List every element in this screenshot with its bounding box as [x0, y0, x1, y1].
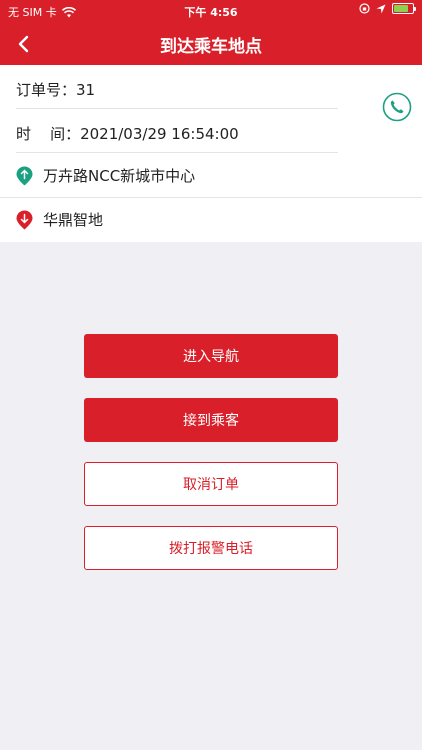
order-number-label: 订单号： — [16, 81, 77, 99]
divider — [16, 152, 338, 153]
status-bar: 无 SIM 卡 下午 4:56 — [0, 0, 422, 22]
order-time-value: 2021/03/29 16:54:00 — [80, 125, 239, 143]
order-number-value: 31 — [76, 81, 96, 99]
end-pin-icon — [16, 210, 33, 229]
start-pin-icon — [16, 166, 33, 185]
location-arrow-icon — [376, 4, 386, 13]
call-passenger-button[interactable] — [382, 92, 412, 122]
order-info-card: 订单号：31 时 间：2021/03/29 16:54:00 万卉路NCC新城市… — [0, 65, 422, 242]
end-location-row: 华鼎智地 — [16, 209, 103, 230]
navigate-button[interactable]: 进入导航 — [84, 334, 338, 378]
status-right — [359, 3, 416, 14]
order-time-row: 时 间：2021/03/29 16:54:00 — [16, 123, 239, 144]
start-location-row: 万卉路NCC新城市中心 — [16, 165, 195, 186]
pickup-passenger-button[interactable]: 接到乘客 — [84, 398, 338, 442]
battery-level — [394, 5, 408, 12]
divider — [0, 197, 422, 198]
battery-icon — [392, 3, 416, 14]
start-location-text: 万卉路NCC新城市中心 — [43, 167, 196, 185]
call-police-button[interactable]: 拨打报警电话 — [84, 526, 338, 570]
order-number-row: 订单号：31 — [16, 79, 95, 100]
order-time-label: 时 间： — [16, 125, 81, 143]
phone-icon — [382, 92, 412, 122]
header-bar: 无 SIM 卡 下午 4:56 到达乘车地点 — [0, 0, 422, 65]
divider — [16, 108, 338, 109]
page-title: 到达乘车地点 — [160, 37, 262, 57]
orientation-lock-icon — [359, 3, 370, 14]
cancel-order-button[interactable]: 取消订单 — [84, 462, 338, 506]
end-location-text: 华鼎智地 — [43, 211, 104, 229]
